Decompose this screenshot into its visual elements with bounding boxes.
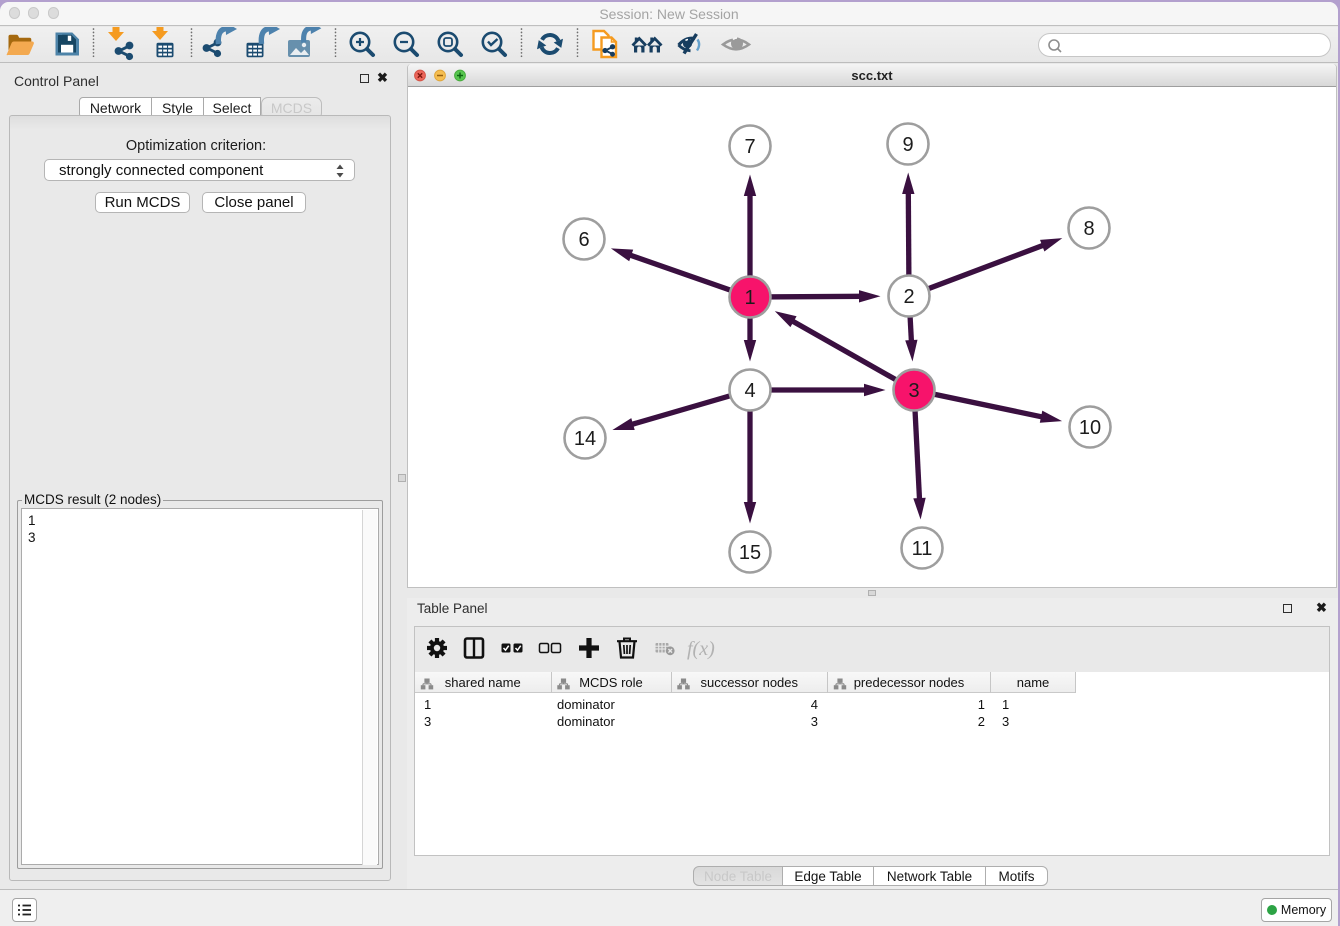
svg-text:4: 4 xyxy=(744,380,755,402)
svg-text:11: 11 xyxy=(912,538,933,560)
svg-text:7: 7 xyxy=(744,136,755,158)
svg-text:2: 2 xyxy=(903,286,914,308)
svg-text:14: 14 xyxy=(574,428,596,450)
svg-text:1: 1 xyxy=(744,287,755,309)
svg-text:6: 6 xyxy=(578,229,589,251)
svg-text:15: 15 xyxy=(739,542,761,564)
svg-text:10: 10 xyxy=(1079,417,1101,439)
svg-text:3: 3 xyxy=(908,380,919,402)
svg-text:8: 8 xyxy=(1083,218,1094,240)
svg-text:9: 9 xyxy=(902,134,913,156)
svg-text:f(x): f(x) xyxy=(687,638,715,660)
